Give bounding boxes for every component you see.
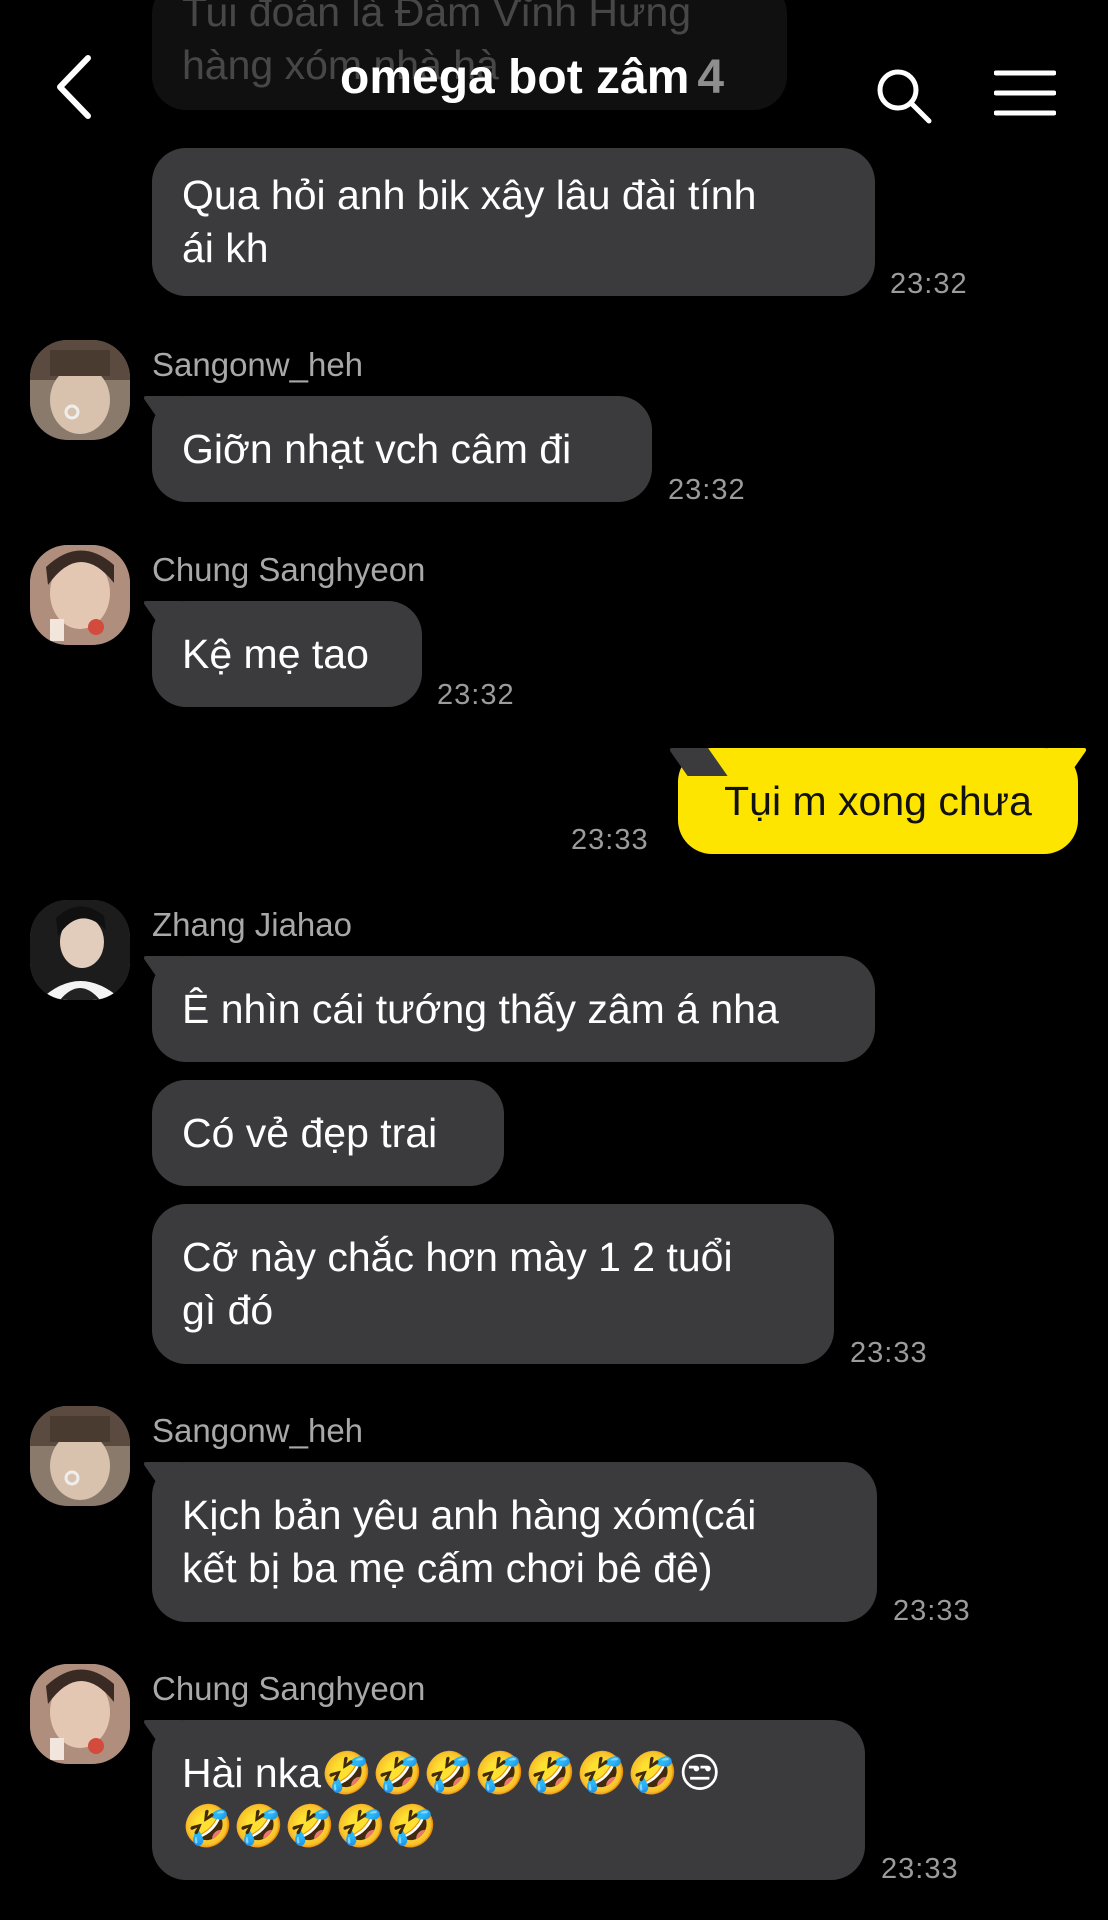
message-bubble[interactable]: Cỡ này chắc hơn mày 1 2 tuổi gì đó	[152, 1204, 834, 1364]
message-text: Tụi m xong chưa	[724, 777, 1032, 824]
message-bubble-outgoing[interactable]: Tụi m xong chưa	[678, 748, 1078, 854]
message-timestamp: 23:32	[437, 679, 515, 711]
message-bubble[interactable]: Ê nhìn cái tướng thấy zâm á nha	[152, 956, 875, 1062]
chat-screen: Tui đoán là Đàm Vĩnh Hưng hàng xóm nhà h…	[0, 0, 1108, 1920]
message-text: Hài nka🤣🤣🤣🤣🤣🤣🤣😒 🤣🤣🤣🤣🤣	[182, 1750, 722, 1849]
message-text: Kệ mẹ tao	[182, 630, 369, 677]
message-text: Có vẻ đẹp trai	[182, 1109, 438, 1156]
message-bubble[interactable]: Giỡn nhạt vch câm đi	[152, 396, 652, 502]
message-bubble[interactable]: Kịch bản yêu anh hàng xóm(cái kết bị ba …	[152, 1462, 877, 1622]
message-bubble[interactable]: Qua hỏi anh bik xây lâu đài tính ái kh	[152, 148, 875, 296]
avatar[interactable]	[30, 545, 130, 645]
sender-name: Chung Sanghyeon	[152, 1670, 426, 1707]
message-bubble[interactable]: Có vẻ đẹp trai	[152, 1080, 504, 1186]
message-text: Cỡ này chắc hơn mày 1 2 tuổi gì đó	[182, 1234, 733, 1333]
message-timestamp: 23:32	[668, 474, 746, 506]
chat-title[interactable]: omega bot zâm 4	[340, 50, 724, 105]
search-icon[interactable]	[874, 66, 934, 126]
message-timestamp: 23:33	[893, 1595, 971, 1627]
message-timestamp: 23:33	[881, 1853, 959, 1885]
member-count: 4	[697, 51, 725, 104]
avatar[interactable]	[30, 1664, 130, 1764]
hamburger-menu-icon[interactable]	[993, 68, 1057, 118]
sender-name: Chung Sanghyeon	[152, 551, 426, 588]
sender-name: Sangonw_heh	[152, 1412, 364, 1449]
message-timestamp: 23:32	[890, 268, 968, 300]
avatar[interactable]	[30, 340, 130, 440]
message-timestamp: 23:33	[850, 1337, 928, 1369]
chat-header: omega bot zâm 4	[0, 30, 1108, 150]
message-text: Qua hỏi anh bik xây lâu đài tính ái kh	[182, 172, 757, 271]
avatar[interactable]	[30, 900, 130, 1000]
chevron-left-icon[interactable]	[50, 52, 100, 122]
message-text: Kịch bản yêu anh hàng xóm(cái kết bị ba …	[182, 1492, 757, 1591]
avatar[interactable]	[30, 1406, 130, 1506]
message-text: Giỡn nhạt vch câm đi	[182, 425, 572, 472]
chat-title-text: omega bot zâm	[340, 51, 690, 104]
message-bubble[interactable]: Kệ mẹ tao	[152, 601, 422, 707]
message-timestamp: 23:33	[571, 824, 649, 856]
message-bubble[interactable]: Hài nka🤣🤣🤣🤣🤣🤣🤣😒 🤣🤣🤣🤣🤣	[152, 1720, 865, 1880]
sender-name: Zhang Jiahao	[152, 906, 352, 943]
message-text: Ê nhìn cái tướng thấy zâm á nha	[182, 985, 779, 1032]
sender-name: Sangonw_heh	[152, 346, 364, 383]
